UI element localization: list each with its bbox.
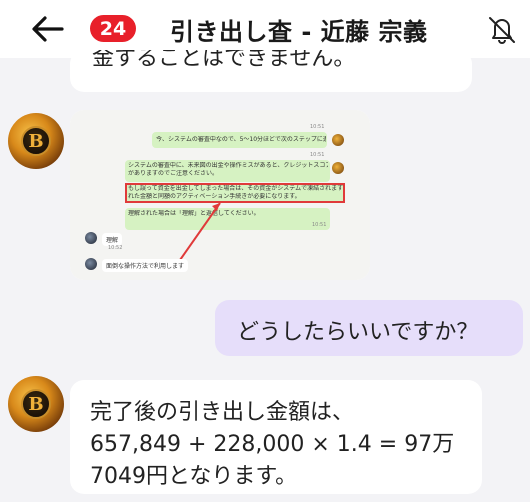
back-button[interactable]	[30, 14, 66, 44]
screenshot-avatar	[85, 258, 97, 270]
chat-screenshot: 今、システムの審査中なので、5〜10分ほどで次のステップに進む予定です。 10:…	[70, 110, 370, 280]
bitcoin-icon: B	[21, 126, 51, 156]
message-bubble-partial: 金することはできません。	[70, 50, 472, 92]
message-text-line: 7049円となります。	[90, 464, 298, 489]
bell-off-icon	[489, 17, 515, 44]
message-bubble-incoming: 完了後の引き出し金額は、 657,849 + 228,000 × 1.4 = 9…	[70, 380, 482, 494]
screenshot-avatar	[85, 232, 97, 244]
avatar[interactable]: B	[8, 113, 64, 169]
unread-badge: 24	[90, 15, 136, 42]
message-text-line: 完了後の引き出し金額は、	[90, 400, 355, 425]
screenshot-reply: 面倒な操作方法で利用します	[102, 259, 189, 272]
avatar[interactable]: B	[8, 376, 64, 432]
message-text: 金することはできません。	[92, 50, 356, 71]
arrow-annotation	[179, 202, 221, 261]
message-bubble-outgoing: どうしたらいいですか？	[215, 300, 523, 356]
bitcoin-icon: B	[21, 389, 51, 419]
mute-button[interactable]	[486, 13, 518, 45]
image-message[interactable]: 今、システムの審査中なので、5〜10分ほどで次のステップに進む予定です。 10:…	[70, 110, 370, 280]
chat-title: 引き出し査 - 近藤 宗義	[170, 18, 428, 46]
back-arrow-icon	[32, 16, 64, 42]
message-text-line: 657,849 + 228,000 × 1.4 = 97万	[90, 432, 455, 457]
screenshot-time: 10:52	[108, 245, 123, 251]
message-text: どうしたらいいですか？	[237, 320, 479, 345]
